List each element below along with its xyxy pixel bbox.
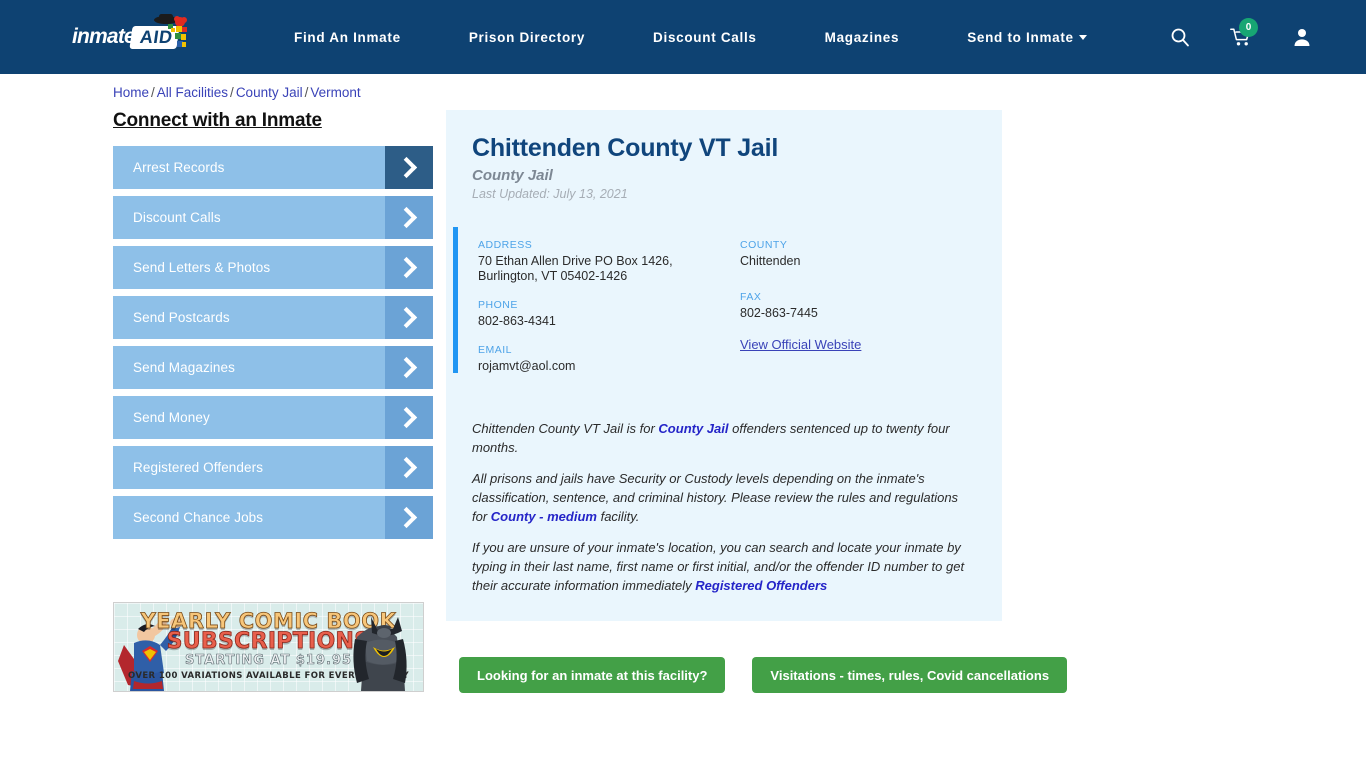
sidebar-item-label: Discount Calls <box>133 210 221 225</box>
address-line-1: 70 Ethan Allen Drive PO Box 1426, <box>478 254 673 268</box>
breadcrumb-item-all-facilities[interactable]: All Facilities <box>157 85 228 100</box>
facility-description: Chittenden County VT Jail is for County … <box>446 411 1002 621</box>
nav-link-magazines[interactable]: Magazines <box>791 30 934 45</box>
nav-link-prison-directory[interactable]: Prison Directory <box>435 30 619 45</box>
breadcrumb: Home / All Facilities / County Jail / Vermont <box>113 85 361 100</box>
desc-p1-link-county-jail[interactable]: County Jail <box>658 421 728 436</box>
contact-column-right: COUNTY Chittenden FAX 802-863-7445 View … <box>740 239 1002 389</box>
phone-label: PHONE <box>478 299 518 311</box>
sidebar-item-label: Send Magazines <box>133 360 235 375</box>
facility-info-panel: Chittenden County VT Jail County Jail La… <box>446 110 1002 621</box>
fax-label: FAX <box>740 291 762 303</box>
sidebar-item-label: Send Letters & Photos <box>133 260 271 275</box>
user-account-icon[interactable] <box>1292 27 1312 47</box>
county-field: COUNTY Chittenden <box>740 239 1002 269</box>
logo-text-aid: AID <box>129 25 180 49</box>
primary-nav-links: Find An Inmate Prison Directory Discount… <box>260 30 1121 45</box>
county-value: Chittenden <box>740 254 801 268</box>
contact-info-block: ADDRESS 70 Ethan Allen Drive PO Box 1426… <box>446 227 1002 411</box>
desc-p2-after: facility. <box>596 509 640 524</box>
sidebar-item-send-postcards[interactable]: Send Postcards <box>113 296 433 339</box>
nav-icon-group: 0 <box>1170 18 1312 47</box>
last-updated-text: Last Updated: July 13, 2021 <box>472 187 628 201</box>
nav-link-discount-calls[interactable]: Discount Calls <box>619 30 791 45</box>
breadcrumb-separator: / <box>230 85 234 100</box>
view-official-website-link[interactable]: View Official Website <box>740 337 861 352</box>
breadcrumb-separator: / <box>151 85 155 100</box>
search-icon[interactable] <box>1170 27 1190 47</box>
chevron-right-icon <box>385 246 433 289</box>
breadcrumb-item-home[interactable]: Home <box>113 85 149 100</box>
chevron-right-icon <box>385 346 433 389</box>
sidebar-heading[interactable]: Connect with an Inmate <box>113 110 433 132</box>
phone-field: PHONE 802-863-4341 <box>478 299 740 329</box>
sidebar-item-label: Send Money <box>133 410 210 425</box>
chevron-down-icon <box>1078 35 1087 41</box>
sidebar-item-send-magazines[interactable]: Send Magazines <box>113 346 433 389</box>
sidebar: Connect with an Inmate Arrest Records Di… <box>113 110 433 546</box>
sidebar-item-arrest-records[interactable]: Arrest Records <box>113 146 433 189</box>
breadcrumb-separator: / <box>304 85 309 100</box>
address-line-2: Burlington, VT 05402-1426 <box>478 269 628 283</box>
sidebar-item-label: Registered Offenders <box>133 460 264 475</box>
sidebar-item-label: Second Chance Jobs <box>133 510 264 525</box>
inmate-search-button[interactable]: Looking for an inmate at this facility? <box>459 657 726 693</box>
chevron-right-icon <box>385 196 433 239</box>
description-paragraph-2: All prisons and jails have Security or C… <box>472 469 972 526</box>
nav-label: Send to Inmate <box>967 29 1074 45</box>
description-paragraph-3: If you are unsure of your inmate's locat… <box>472 538 972 595</box>
accent-bar <box>453 227 458 373</box>
sidebar-item-discount-calls[interactable]: Discount Calls <box>113 196 433 239</box>
contact-column-left: ADDRESS 70 Ethan Allen Drive PO Box 1426… <box>478 239 740 389</box>
phone-value: 802-863-4341 <box>478 314 556 328</box>
fax-value: 802-863-7445 <box>740 306 818 320</box>
nav-link-send-to-inmate[interactable]: Send to Inmate <box>933 30 1121 45</box>
visitations-button[interactable]: Visitations - times, rules, Covid cancel… <box>752 657 1068 693</box>
chevron-right-icon <box>385 296 433 339</box>
comic-book-subscription-ad[interactable]: YEARLY COMIC BOOK SUBSCRIPTIONS STARTING… <box>113 602 424 692</box>
address-label: ADDRESS <box>478 239 533 251</box>
sidebar-item-send-letters-photos[interactable]: Send Letters & Photos <box>113 246 433 289</box>
facility-type-label: County Jail <box>472 167 553 184</box>
sidebar-item-label: Arrest Records <box>133 160 225 175</box>
email-field: EMAIL rojamvt@aol.com <box>478 344 740 374</box>
sidebar-item-label: Send Postcards <box>133 310 230 325</box>
chevron-right-icon <box>385 146 433 189</box>
email-value: rojamvt@aol.com <box>478 359 576 373</box>
page-title[interactable]: Chittenden County VT Jail <box>472 134 1002 163</box>
description-paragraph-1: Chittenden County VT Jail is for County … <box>472 419 972 457</box>
logo-text-inmate: inmate <box>72 25 136 48</box>
address-field: ADDRESS 70 Ethan Allen Drive PO Box 1426… <box>478 239 740 284</box>
county-label: COUNTY <box>740 239 788 251</box>
nav-label: Find An Inmate <box>294 29 401 45</box>
breadcrumb-item-county-jail[interactable]: County Jail <box>236 85 303 100</box>
address-value: 70 Ethan Allen Drive PO Box 1426, Burlin… <box>478 254 740 284</box>
chevron-right-icon <box>385 496 433 539</box>
sidebar-item-registered-offenders[interactable]: Registered Offenders <box>113 446 433 489</box>
breadcrumb-item-vermont[interactable]: Vermont <box>310 85 360 100</box>
nav-link-find-an-inmate[interactable]: Find An Inmate <box>260 30 435 45</box>
nav-label: Discount Calls <box>653 29 757 45</box>
sidebar-item-second-chance-jobs[interactable]: Second Chance Jobs <box>113 496 433 539</box>
desc-p3-link-registered-offenders[interactable]: Registered Offenders <box>695 578 827 593</box>
site-logo[interactable]: inmate AID <box>72 14 192 57</box>
desc-p2-link-county-medium[interactable]: County - medium <box>491 509 597 524</box>
cart-count-badge: 0 <box>1239 18 1258 37</box>
official-website-field: View Official Website <box>740 336 1002 354</box>
email-label: EMAIL <box>478 344 513 356</box>
chevron-right-icon <box>385 396 433 439</box>
batman-figure-icon <box>353 617 407 691</box>
sidebar-item-send-money[interactable]: Send Money <box>113 396 433 439</box>
top-navigation-bar: inmate AID Find An Inmate Prison Directo… <box>0 0 1366 74</box>
cta-button-row: Looking for an inmate at this facility? … <box>459 657 1068 693</box>
nav-label: Magazines <box>824 29 900 45</box>
fax-field: FAX 802-863-7445 <box>740 291 1002 321</box>
chevron-right-icon <box>385 446 433 489</box>
facility-header: Chittenden County VT Jail County Jail La… <box>446 110 1002 201</box>
cart-icon[interactable]: 0 <box>1230 18 1258 47</box>
desc-p1-before: Chittenden County VT Jail is for <box>472 421 659 436</box>
nav-label: Prison Directory <box>468 29 586 45</box>
